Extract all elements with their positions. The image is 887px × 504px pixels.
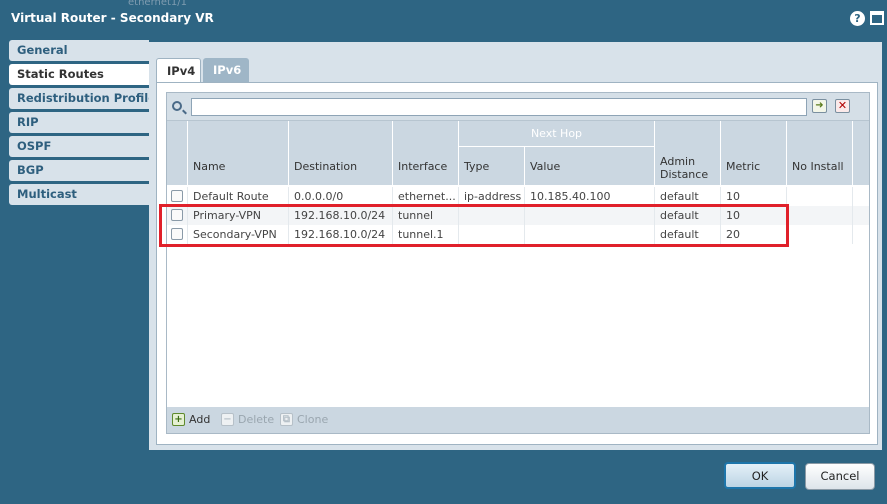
search-icon [172, 101, 182, 111]
cell-metric: 10 [721, 206, 787, 225]
header-admin-distance[interactable]: Admin Distance [655, 121, 721, 186]
header-type[interactable]: Type [459, 147, 525, 186]
content-panel: IPv4 IPv6 ➜ ✕ Name Destination Interface… [149, 42, 882, 450]
sidebar-item-general[interactable]: General [9, 40, 149, 61]
row-checkbox[interactable] [171, 190, 183, 202]
cell-name[interactable]: Default Route [188, 187, 289, 206]
filter-toolbar: ➜ ✕ [167, 93, 869, 121]
cell-type [459, 206, 525, 225]
cell-admin-distance: default [655, 187, 721, 206]
cell-interface: tunnel.1 [393, 225, 459, 244]
cell-admin-distance: default [655, 225, 721, 244]
cell-interface: tunnel [393, 206, 459, 225]
header-no-install[interactable]: No Install [787, 121, 853, 186]
maximize-icon[interactable] [870, 11, 884, 25]
cell-type: ip-address [459, 187, 525, 206]
title-bar: ethernet1/1 Virtual Router - Secondary V… [0, 0, 887, 37]
sidebar-item-static-routes[interactable]: Static Routes [9, 64, 149, 85]
cell-interface: ethernet... [393, 187, 459, 206]
sidebar-item-ospf[interactable]: OSPF [9, 136, 149, 157]
cell-value [525, 225, 655, 244]
row-checkbox-cell [167, 187, 188, 206]
cell-metric: 10 [721, 187, 787, 206]
cell-no-install [787, 187, 853, 206]
cell-destination: 0.0.0.0/0 [289, 187, 393, 206]
grid-footer-toolbar: + Add − Delete ⧉ Clone [167, 407, 869, 433]
background-text: ethernet1/1 [128, 0, 188, 8]
cell-metric: 20 [721, 225, 787, 244]
arrow-right-icon[interactable]: ➜ [812, 99, 827, 113]
header-filler [853, 121, 869, 186]
table-row[interactable]: Secondary-VPN 192.168.10.0/24 tunnel.1 d… [167, 225, 869, 244]
add-label: Add [189, 413, 211, 426]
row-checkbox[interactable] [171, 228, 183, 240]
cell-name[interactable]: Secondary-VPN [188, 225, 289, 244]
cancel-button[interactable]: Cancel [805, 463, 875, 490]
header-destination[interactable]: Destination [289, 121, 393, 186]
tab-ipv4[interactable]: IPv4 [156, 58, 201, 83]
row-checkbox-cell [167, 206, 188, 225]
add-button[interactable]: + Add [172, 413, 210, 427]
static-routes-grid: ➜ ✕ Name Destination Interface Next Hop … [166, 92, 870, 434]
cell-no-install [787, 206, 853, 225]
clone-icon: ⧉ [280, 413, 293, 426]
help-icon[interactable]: ? [850, 11, 865, 26]
cell-no-install [787, 225, 853, 244]
row-checkbox-cell [167, 225, 188, 244]
cell-destination: 192.168.10.0/24 [289, 225, 393, 244]
table-header: Name Destination Interface Next Hop Type… [167, 121, 869, 186]
clone-label: Clone [297, 413, 329, 426]
cell-name[interactable]: Primary-VPN [188, 206, 289, 225]
table-row[interactable]: Primary-VPN 192.168.10.0/24 tunnel defau… [167, 206, 869, 225]
cell-value [525, 206, 655, 225]
sidebar-item-multicast[interactable]: Multicast [9, 184, 149, 205]
close-icon[interactable]: ✕ [835, 99, 850, 113]
sidebar: General Static Routes Redistribution Pro… [9, 40, 149, 208]
header-next-hop-group: Next Hop [459, 121, 655, 147]
header-interface[interactable]: Interface [393, 121, 459, 186]
row-checkbox[interactable] [171, 209, 183, 221]
table-row[interactable]: Default Route 0.0.0.0/0 ethernet... ip-a… [167, 187, 869, 206]
clone-button[interactable]: ⧉ Clone [280, 413, 328, 427]
cell-value: 10.185.40.100 [525, 187, 655, 206]
header-value[interactable]: Value [525, 147, 655, 186]
virtual-router-dialog: ethernet1/1 Virtual Router - Secondary V… [0, 0, 887, 504]
dialog-title: Virtual Router - Secondary VR [11, 11, 214, 25]
ok-button[interactable]: OK [724, 462, 796, 489]
sidebar-item-bgp[interactable]: BGP [9, 160, 149, 181]
search-input[interactable] [191, 98, 807, 116]
tab-body: ➜ ✕ Name Destination Interface Next Hop … [156, 82, 878, 445]
header-metric[interactable]: Metric [721, 121, 787, 186]
header-name[interactable]: Name [188, 121, 289, 186]
cell-admin-distance: default [655, 206, 721, 225]
sidebar-item-redistribution-profiles[interactable]: Redistribution Profiles [9, 88, 149, 109]
minus-icon: − [221, 413, 234, 426]
sidebar-item-rip[interactable]: RIP [9, 112, 149, 133]
cell-type [459, 225, 525, 244]
delete-button[interactable]: − Delete [221, 413, 274, 427]
delete-label: Delete [238, 413, 275, 426]
plus-icon: + [172, 413, 185, 426]
header-checkbox-column [167, 121, 188, 186]
tab-ipv6[interactable]: IPv6 [203, 58, 249, 83]
cell-destination: 192.168.10.0/24 [289, 206, 393, 225]
